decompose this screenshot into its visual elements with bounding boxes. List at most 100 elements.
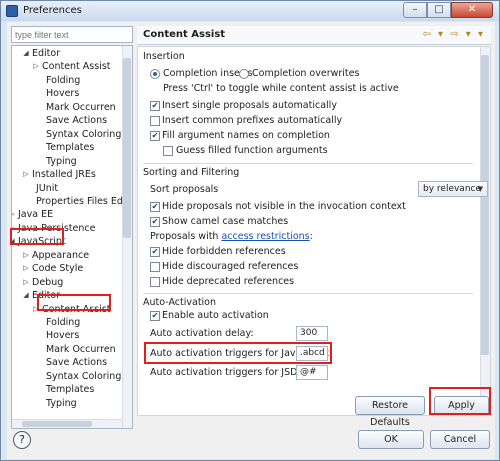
hide-not-visible-checkbox[interactable]: ✔ — [150, 202, 160, 212]
activation-delay-input[interactable]: 300 — [296, 326, 328, 341]
tree-item[interactable]: Hovers — [12, 87, 122, 100]
restore-defaults-button[interactable]: Restore Defaults — [355, 396, 425, 428]
completion-overwrites-radio[interactable] — [239, 69, 249, 79]
tree-item[interactable]: JUnit — [12, 182, 122, 195]
preference-tree: ◢ Editor ▷ Content Assist Folding Hovers Mark … — [11, 45, 133, 429]
title-bar[interactable]: Preferences – □ ✕ — [1, 1, 499, 21]
tree-item-label: Typing — [46, 155, 77, 167]
triggers-js-input[interactable]: .abcd — [296, 346, 328, 361]
tree-item-label: JUnit — [36, 182, 59, 194]
page-scroll-thumb[interactable] — [481, 55, 489, 355]
app-icon — [6, 5, 18, 17]
tree-item[interactable]: Folding — [12, 74, 122, 87]
proposals-with-line: Proposals with access restrictions: — [150, 231, 313, 242]
tree-item[interactable]: Templates — [12, 141, 122, 154]
camel-case-checkbox[interactable]: ✔ — [150, 217, 160, 227]
tree-item[interactable]: Typing — [12, 155, 122, 168]
collapsed-twisty-icon[interactable]: ▷ — [32, 303, 40, 316]
triggers-jsdoc-input[interactable]: @# — [296, 365, 328, 380]
insertion-group-title: Insertion — [143, 51, 185, 62]
tree-item[interactable]: ▷ Content Assist — [12, 60, 122, 73]
hide-deprecated-checkbox[interactable] — [150, 277, 160, 287]
tree-item-label: Mark Occurren — [46, 343, 116, 355]
filter-input[interactable] — [11, 26, 133, 43]
close-button[interactable]: ✕ — [451, 2, 493, 18]
proposals-with-text: Proposals with — [150, 231, 222, 242]
cancel-button[interactable]: Cancel — [430, 430, 490, 449]
tree-item-label: Editor — [32, 290, 61, 302]
tree-item[interactable]: Mark Occurren — [12, 101, 122, 114]
minimize-button[interactable]: – — [403, 2, 427, 18]
tree-item[interactable]: ▷ Installed JREs — [12, 168, 122, 181]
tree-item-label: Java Persistence — [18, 222, 96, 234]
tree-item[interactable]: Syntax Coloring — [12, 370, 122, 383]
tree-item-label: Mark Occurren — [46, 101, 116, 113]
tree-item[interactable]: ▷ Debug — [12, 276, 122, 289]
insert-prefixes-label: Insert common prefixes automatically — [162, 115, 343, 126]
page-title: Content Assist — [143, 29, 226, 40]
tree-item[interactable]: Hovers — [12, 329, 122, 342]
tree-item[interactable]: ◢ Editor — [12, 289, 122, 302]
tree-item-label: Templates — [46, 142, 95, 154]
content-assist-page: Insertion Completion inserts Completion … — [137, 46, 491, 416]
expanded-twisty-icon[interactable]: ◢ — [12, 235, 16, 248]
insert-single-checkbox[interactable]: ✔ — [150, 101, 160, 111]
sort-proposals-select[interactable]: by relevance ▼ — [418, 181, 488, 197]
collapsed-twisty-icon[interactable]: ▷ — [22, 262, 30, 275]
hide-discouraged-checkbox[interactable] — [150, 262, 160, 272]
tree-item[interactable]: ◢ Editor — [12, 47, 122, 60]
tree-item-label: Save Actions — [46, 115, 108, 127]
collapsed-twisty-icon[interactable]: ▷ — [12, 208, 16, 221]
toggle-hint: Press 'Ctrl' to toggle while content ass… — [163, 83, 399, 94]
fill-arguments-checkbox[interactable]: ✔ — [150, 131, 160, 141]
tree-item[interactable]: Syntax Coloring — [12, 128, 122, 141]
tree-item[interactable]: ▷ Code Style — [12, 262, 122, 275]
tree-item[interactable]: ◢JavaScript — [12, 235, 122, 248]
tree-item[interactable]: Save Actions — [12, 356, 122, 369]
sort-proposals-label: Sort proposals — [150, 184, 219, 195]
tree-item[interactable]: ▷Java EE — [12, 208, 122, 221]
tree-horizontal-scrollbar[interactable] — [12, 419, 122, 428]
tree-item-label: Java EE — [18, 209, 54, 221]
enable-auto-activation-checkbox[interactable]: ✔ — [150, 311, 160, 321]
help-icon[interactable]: ? — [13, 431, 31, 449]
apply-button[interactable]: Apply — [434, 396, 489, 415]
tree-item[interactable]: ▷ Content Assist — [12, 303, 122, 316]
history-nav-icons[interactable]: ⇦ ▾ ⇨ ▾ ▾ — [422, 29, 485, 40]
tree-scroll-thumb[interactable] — [123, 58, 131, 238]
tree-item[interactable]: Properties Files Ed — [12, 195, 123, 208]
collapsed-twisty-icon[interactable]: ▷ — [22, 276, 30, 289]
insert-prefixes-checkbox[interactable] — [150, 116, 160, 126]
collapsed-twisty-icon[interactable]: ▷ — [32, 60, 40, 73]
expanded-twisty-icon[interactable]: ◢ — [22, 47, 30, 60]
page-vertical-scrollbar[interactable] — [480, 47, 490, 415]
sort-proposals-value: by relevance — [423, 184, 482, 194]
tree-item[interactable]: ▷ Appearance — [12, 249, 122, 262]
expanded-twisty-icon[interactable]: ◢ — [22, 289, 30, 302]
guess-arguments-checkbox[interactable] — [163, 146, 173, 156]
hide-forbidden-checkbox[interactable]: ✔ — [150, 247, 160, 257]
tree-item[interactable]: ▷Java Persistence — [12, 222, 122, 235]
tree-item[interactable]: Folding — [12, 316, 122, 329]
ok-button[interactable]: OK — [358, 430, 424, 449]
panel-header: Content Assist ⇦ ▾ ⇨ ▾ ▾ — [137, 26, 491, 45]
enable-auto-activation-label: Enable auto activation — [162, 310, 269, 321]
tree-item[interactable]: Typing — [12, 397, 122, 410]
tree-item-label: Properties Files Ed — [36, 195, 123, 207]
chevron-down-icon: ▼ — [477, 185, 483, 193]
tree-item-label: Folding — [46, 317, 81, 328]
collapsed-twisty-icon[interactable]: ▷ — [22, 249, 30, 262]
tree-item[interactable]: Templates — [12, 383, 122, 396]
tree-item[interactable]: Save Actions — [12, 114, 122, 127]
tree-item-label: Syntax Coloring — [46, 128, 122, 140]
collapsed-twisty-icon[interactable]: ▷ — [22, 168, 30, 181]
window-title: Preferences — [23, 5, 82, 16]
tree-hscroll-thumb[interactable] — [22, 421, 92, 427]
maximize-button[interactable]: □ — [427, 2, 451, 18]
tree-item[interactable]: Mark Occurren — [12, 343, 122, 356]
collapsed-twisty-icon[interactable]: ▷ — [12, 222, 16, 235]
completion-inserts-radio[interactable] — [150, 69, 160, 79]
dialog-client: ◢Editor▷Content AssistFoldingHoversMark … — [7, 22, 495, 459]
tree-vertical-scrollbar[interactable] — [122, 46, 132, 428]
access-restrictions-link[interactable]: access restrictions — [221, 231, 309, 242]
